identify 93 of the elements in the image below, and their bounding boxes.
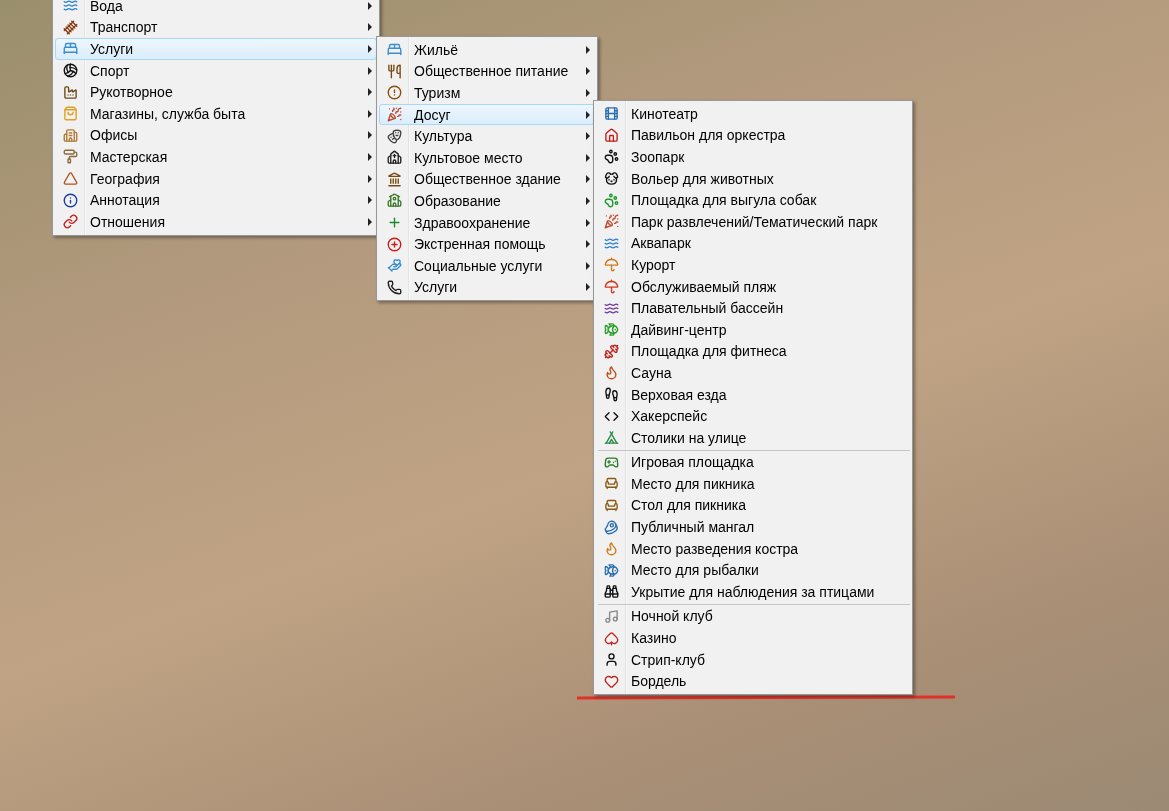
rail-track-icon (62, 19, 78, 35)
menu-item[interactable]: Услуги (379, 276, 595, 299)
exclamation-icon (386, 85, 402, 101)
menu-item[interactable]: Туризм (379, 82, 595, 104)
waves-icon (603, 300, 619, 316)
menu-item[interactable]: Здравоохранение (379, 211, 595, 234)
paw-icon (603, 149, 619, 165)
office-building-icon (62, 127, 78, 143)
menu-item[interactable]: Хакерспейс (596, 405, 910, 427)
theater-masks-icon (386, 128, 402, 144)
menu-item[interactable]: Общественное здание (379, 168, 595, 191)
film-icon (603, 106, 619, 122)
menu-item[interactable]: Экстренная помощь (379, 233, 595, 255)
waves-icon (603, 235, 619, 251)
gamepad-icon (603, 454, 619, 470)
umbrella-icon (603, 279, 619, 295)
factory-icon (62, 84, 78, 100)
menu-item[interactable]: Место для рыбалки (596, 559, 910, 582)
menu-item[interactable]: География (55, 167, 377, 190)
plus-icon (386, 215, 402, 231)
church-icon (386, 150, 402, 166)
menu-item[interactable]: Укрытие для наблюдения за птицами (596, 581, 910, 603)
menu-item[interactable]: Мастерская (55, 146, 377, 168)
bed-icon (386, 42, 402, 58)
menu-item[interactable]: Стол для пикника (596, 494, 910, 517)
triangle-icon (62, 171, 78, 187)
menu-item[interactable]: Парк развлечений/Тематический парк (596, 210, 910, 233)
fish-icon (603, 562, 619, 578)
dumbbell-icon (603, 343, 619, 359)
paint-roller-icon (62, 149, 78, 165)
menu-item[interactable]: Площадка для выгула собак (596, 189, 910, 211)
menu-item[interactable]: Казино (596, 627, 910, 649)
menu-item[interactable]: Общественное питание (379, 60, 595, 83)
menu-item[interactable]: Игровая площадка (596, 451, 910, 474)
heart-icon (603, 673, 619, 689)
menu-item[interactable]: Магазины, служба быта (55, 102, 377, 125)
menu-item[interactable]: Спорт (55, 59, 377, 82)
menu-item[interactable]: Жильё (379, 39, 595, 61)
person-icon (603, 652, 619, 668)
flame-icon (603, 541, 619, 557)
menu-item[interactable]: Дайвинг-центр (596, 318, 910, 341)
music-icon (603, 608, 619, 624)
menu-item[interactable]: Плавательный бассейн (596, 297, 910, 319)
umbrella-icon (603, 257, 619, 273)
paw-icon (603, 192, 619, 208)
menu-item[interactable]: Культовое место (379, 146, 595, 169)
menu-item[interactable]: Публичный мангал (596, 516, 910, 538)
menu-item[interactable]: Ночной клуб (596, 605, 910, 628)
animal-icon (603, 171, 619, 187)
menu-item[interactable]: Место для пикника (596, 473, 910, 495)
info-icon (62, 192, 78, 208)
menu-item[interactable]: Культура (379, 125, 595, 147)
menu-item[interactable]: Кинотеатр (596, 103, 910, 125)
menu-item[interactable]: Досуг (379, 103, 595, 126)
menu-item[interactable]: Аквапарк (596, 232, 910, 255)
footprints-icon (603, 387, 619, 402)
flame-icon (603, 365, 619, 381)
menu-item[interactable]: Образование (379, 190, 595, 212)
menu-item[interactable]: Павильон для оркестра (596, 124, 910, 147)
house-icon (603, 127, 619, 143)
menu-item[interactable]: Вольер для животных (596, 167, 910, 190)
menu-item[interactable]: Аннотация (55, 189, 377, 211)
menu-item[interactable]: Сауна (596, 362, 910, 384)
menu-item[interactable]: Зоопарк (596, 146, 910, 168)
menu-item[interactable]: Офисы (55, 124, 377, 147)
bed-icon (62, 41, 78, 57)
fork-knife-icon (386, 63, 402, 79)
waves-icon (62, 0, 78, 14)
menu-item[interactable]: Столики на улице (596, 426, 910, 449)
menu-item[interactable]: Обслуживаемый пляж (596, 275, 910, 298)
phone-icon (386, 279, 402, 295)
menu-item[interactable]: Место разведения костра (596, 537, 910, 560)
fish-icon (603, 322, 619, 338)
binoculars-icon (603, 584, 619, 600)
menu-item[interactable]: Стрип-клуб (596, 648, 910, 671)
shopping-bag-icon (62, 106, 78, 122)
menu-item[interactable]: Площадка для фитнеса (596, 340, 910, 363)
menu-item[interactable]: Верховая езда (596, 383, 910, 406)
first-aid-icon (386, 236, 402, 252)
public-building-icon (386, 171, 402, 187)
menu-item[interactable]: Бордель (596, 670, 910, 693)
menu-item[interactable]: Вода (55, 0, 377, 17)
menu-item[interactable]: Социальные услуги (379, 254, 595, 277)
menu-item[interactable]: Курорт (596, 254, 910, 276)
ball-icon (62, 63, 78, 79)
hand-icon (386, 258, 402, 274)
link-icon (62, 214, 78, 230)
school-icon (386, 193, 402, 209)
menu-item[interactable]: Транспорт (55, 16, 377, 39)
menu-item[interactable]: Отношения (55, 210, 377, 233)
spade-icon (603, 630, 619, 646)
menu-item[interactable]: Рукотворное (55, 81, 377, 103)
menu-item[interactable]: Услуги (55, 38, 377, 60)
